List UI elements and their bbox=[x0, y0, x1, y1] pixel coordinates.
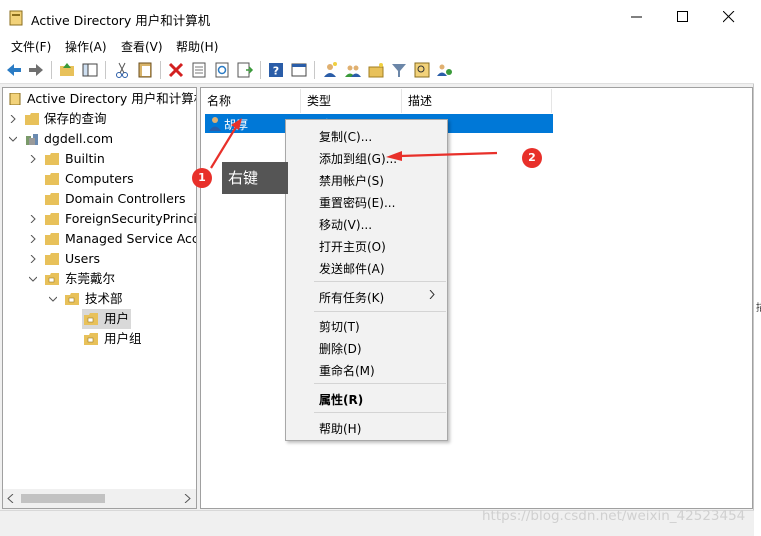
annotation-arrows bbox=[210, 118, 498, 169]
arrow-to-user bbox=[210, 118, 242, 169]
annotation-badge-2: 2 bbox=[522, 148, 542, 168]
annotation-badge-1: 1 bbox=[192, 168, 212, 188]
watermark: https://blog.csdn.net/weixin_42523454 bbox=[482, 508, 746, 524]
annotation-callout: 右键 bbox=[222, 162, 288, 194]
arrow-to-add-group bbox=[386, 151, 498, 161]
